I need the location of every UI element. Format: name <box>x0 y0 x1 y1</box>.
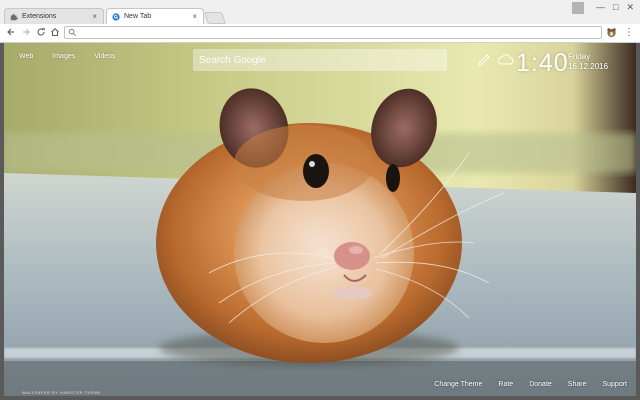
minimize-button[interactable]: — <box>596 0 605 14</box>
search-box <box>193 49 447 71</box>
search-input[interactable] <box>193 49 447 71</box>
clock: 1:40 <box>516 49 569 77</box>
search-icon <box>68 28 76 36</box>
tab-extensions[interactable]: Extensions × <box>4 8 104 24</box>
link-web[interactable]: Web <box>19 53 33 60</box>
tab-close-icon[interactable]: × <box>192 9 197 24</box>
new-tab-button[interactable] <box>203 12 227 24</box>
link-videos[interactable]: Videos <box>94 53 115 60</box>
address-bar[interactable] <box>64 26 602 39</box>
watermark: WALLPAPER BY HAMSTER THEME <box>22 390 102 395</box>
browser-toolbar: ⋮ <box>0 24 640 43</box>
profile-icon[interactable] <box>572 2 584 14</box>
forward-icon[interactable] <box>21 27 31 37</box>
pen-icon[interactable] <box>477 53 491 67</box>
tab-strip: Extensions × New Tab × — □ ✕ <box>0 0 640 24</box>
tab-title: New Tab <box>124 13 152 20</box>
tab-title: Extensions <box>22 13 57 20</box>
link-share[interactable]: Share <box>568 381 587 388</box>
window-controls: — □ ✕ <box>596 0 634 14</box>
tab-close-icon[interactable]: × <box>92 9 97 24</box>
close-window-button[interactable]: ✕ <box>626 0 634 14</box>
maximize-button[interactable]: □ <box>613 0 618 14</box>
puzzle-icon <box>10 13 18 21</box>
date-label: 16.12.2016 <box>568 62 609 71</box>
extension-hamster-icon[interactable] <box>606 27 617 38</box>
link-support[interactable]: Support <box>602 381 627 388</box>
hamster-background-image <box>4 43 636 396</box>
tab-new-tab[interactable]: New Tab × <box>106 8 204 24</box>
link-images[interactable]: Images <box>52 53 75 60</box>
new-tab-page: Web Images Videos 1:40 Friday 16.12.2016… <box>4 43 636 396</box>
link-rate[interactable]: Rate <box>498 381 513 388</box>
link-donate[interactable]: Donate <box>529 381 552 388</box>
menu-icon[interactable]: ⋮ <box>624 27 634 38</box>
cloud-icon <box>497 54 514 65</box>
link-change-theme[interactable]: Change Theme <box>434 381 482 388</box>
date-block: Friday 16.12.2016 <box>568 52 608 72</box>
day-label: Friday <box>568 52 591 61</box>
home-icon[interactable] <box>50 27 60 37</box>
top-links: Web Images Videos <box>19 53 116 60</box>
reload-icon[interactable] <box>36 27 46 37</box>
browser-window: Extensions × New Tab × — □ ✕ ⋮ Web Image… <box>0 0 640 400</box>
back-icon[interactable] <box>6 27 16 37</box>
bottom-links: Change Theme Rate Donate Share Support <box>434 381 627 388</box>
new-tab-icon <box>112 13 120 21</box>
